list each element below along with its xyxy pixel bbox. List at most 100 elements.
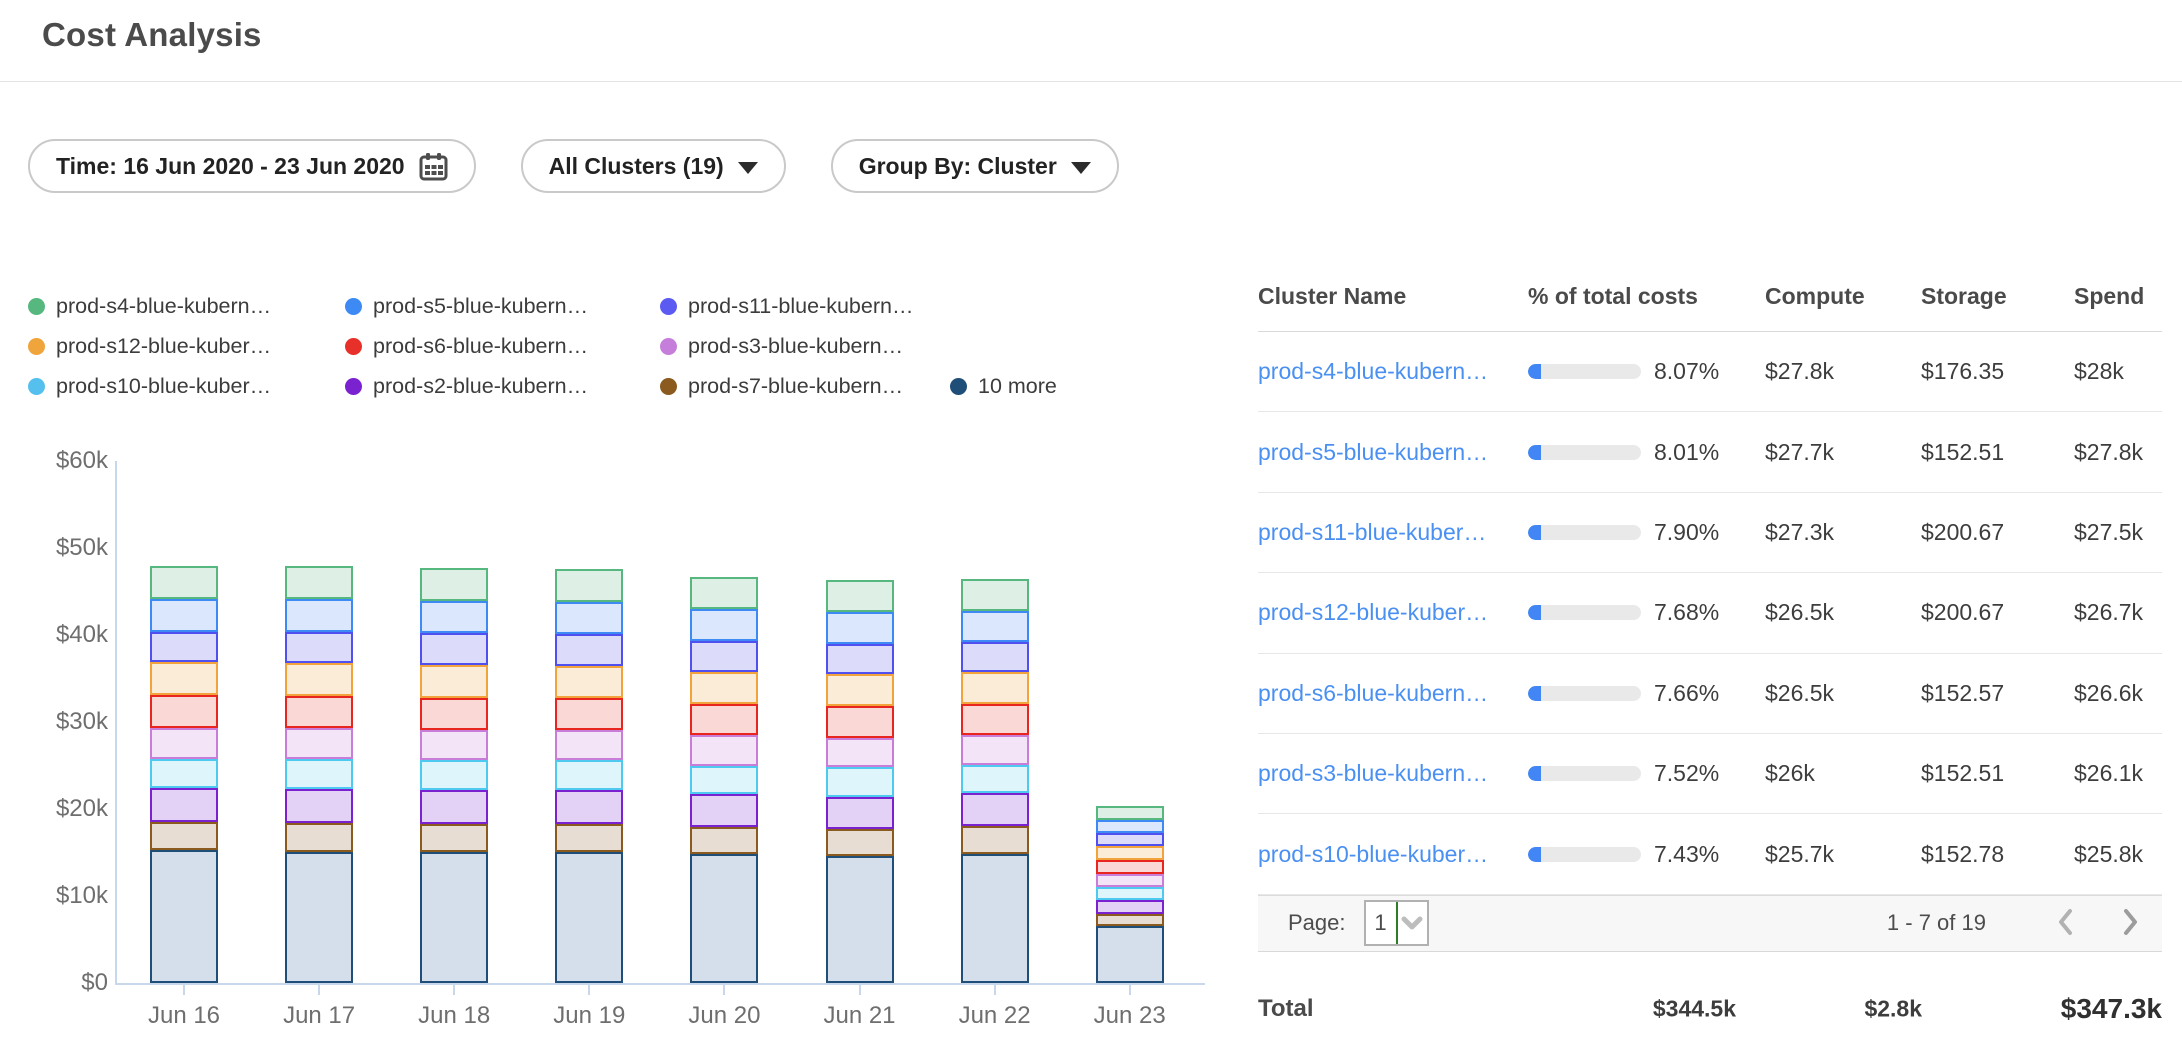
bar-segment[interactable] bbox=[285, 696, 353, 728]
bar-segment[interactable] bbox=[961, 579, 1029, 611]
bar-segment[interactable] bbox=[285, 566, 353, 599]
bar-segment[interactable] bbox=[961, 735, 1029, 765]
percent-progress-bar bbox=[1528, 605, 1641, 620]
bar-segment[interactable] bbox=[826, 767, 894, 797]
chevron-right-icon bbox=[2122, 908, 2140, 939]
bar-segment[interactable] bbox=[690, 766, 758, 795]
bar-segment[interactable] bbox=[555, 698, 623, 730]
bar-segment[interactable] bbox=[961, 854, 1029, 983]
bar-segment[interactable] bbox=[150, 566, 218, 599]
bar-segment[interactable] bbox=[555, 790, 623, 824]
bar-segment[interactable] bbox=[420, 698, 488, 730]
bar-segment[interactable] bbox=[690, 827, 758, 854]
bar-segment[interactable] bbox=[1096, 887, 1164, 899]
bar-segment[interactable] bbox=[961, 704, 1029, 735]
percent-cell: 8.01% bbox=[1528, 439, 1765, 466]
compute-value: $26k bbox=[1765, 760, 1921, 787]
bar-segment[interactable] bbox=[690, 704, 758, 735]
cluster-name-link[interactable]: prod-s10-blue-kuber… bbox=[1258, 841, 1528, 868]
compute-value: $25.7k bbox=[1765, 841, 1921, 868]
bar-segment[interactable] bbox=[285, 759, 353, 789]
percent-progress-fill bbox=[1528, 686, 1541, 701]
bar-segment[interactable] bbox=[420, 760, 488, 790]
bar-segment[interactable] bbox=[1096, 846, 1164, 860]
bar-segment[interactable] bbox=[285, 663, 353, 696]
cluster-name-link[interactable]: prod-s12-blue-kuber… bbox=[1258, 599, 1528, 626]
bar-segment[interactable] bbox=[826, 738, 894, 768]
cluster-name-link[interactable]: prod-s6-blue-kubern… bbox=[1258, 680, 1528, 707]
bar-segment[interactable] bbox=[420, 790, 488, 824]
table-row: prod-s4-blue-kubern…8.07%$27.8k$176.35$2… bbox=[1258, 332, 2162, 412]
bar-segment[interactable] bbox=[1096, 900, 1164, 915]
bar-segment[interactable] bbox=[420, 730, 488, 760]
bar-segment[interactable] bbox=[285, 789, 353, 823]
bar-segment[interactable] bbox=[285, 599, 353, 632]
bar-segment[interactable] bbox=[555, 569, 623, 602]
cluster-name-link[interactable]: prod-s5-blue-kubern… bbox=[1258, 439, 1528, 466]
bar-segment[interactable] bbox=[1096, 860, 1164, 874]
bar-segment[interactable] bbox=[961, 642, 1029, 672]
bar-segment[interactable] bbox=[420, 665, 488, 698]
stacked-bar bbox=[150, 566, 218, 983]
bar-segment[interactable] bbox=[555, 730, 623, 760]
bar-segment[interactable] bbox=[826, 612, 894, 643]
bar-segment[interactable] bbox=[1096, 914, 1164, 926]
bar-segment[interactable] bbox=[690, 735, 758, 765]
bar-segment[interactable] bbox=[826, 644, 894, 674]
bar-segment[interactable] bbox=[690, 609, 758, 641]
bar-segment[interactable] bbox=[555, 634, 623, 665]
bar-segment[interactable] bbox=[150, 695, 218, 728]
bar-segment[interactable] bbox=[690, 794, 758, 827]
bar-segment[interactable] bbox=[150, 822, 218, 850]
cluster-name-link[interactable]: prod-s3-blue-kubern… bbox=[1258, 760, 1528, 787]
bar-segment[interactable] bbox=[690, 577, 758, 609]
previous-page-button[interactable] bbox=[2056, 908, 2074, 939]
bar-segment[interactable] bbox=[555, 760, 623, 790]
bar-segment[interactable] bbox=[961, 826, 1029, 854]
bar-segment[interactable] bbox=[150, 632, 218, 662]
bar-segment[interactable] bbox=[961, 765, 1029, 794]
x-axis-tick bbox=[859, 983, 861, 995]
bar-segment[interactable] bbox=[1096, 926, 1164, 983]
bar-segment[interactable] bbox=[555, 824, 623, 852]
bar-segment[interactable] bbox=[285, 852, 353, 983]
bar-segment[interactable] bbox=[285, 823, 353, 852]
bar-segment[interactable] bbox=[961, 793, 1029, 826]
cluster-name-link[interactable]: prod-s4-blue-kubern… bbox=[1258, 358, 1528, 385]
bar-segment[interactable] bbox=[961, 611, 1029, 642]
bar-segment[interactable] bbox=[150, 662, 218, 695]
bar-segment[interactable] bbox=[690, 672, 758, 704]
bar-segment[interactable] bbox=[150, 788, 218, 822]
page-select[interactable]: 1 bbox=[1364, 900, 1429, 946]
bar-segment[interactable] bbox=[826, 829, 894, 856]
bar-segment[interactable] bbox=[150, 599, 218, 631]
next-page-button[interactable] bbox=[2122, 908, 2140, 939]
x-axis-tick-label: Jun 17 bbox=[259, 1002, 379, 1030]
bar-segment[interactable] bbox=[826, 674, 894, 706]
bar-segment[interactable] bbox=[555, 666, 623, 698]
bar-segment[interactable] bbox=[961, 672, 1029, 703]
bar-segment[interactable] bbox=[1096, 833, 1164, 846]
bar-segment[interactable] bbox=[826, 706, 894, 737]
bar-segment[interactable] bbox=[690, 854, 758, 983]
bar-segment[interactable] bbox=[420, 824, 488, 852]
bar-segment[interactable] bbox=[1096, 874, 1164, 887]
bar-segment[interactable] bbox=[826, 797, 894, 829]
cluster-name-link[interactable]: prod-s11-blue-kuber… bbox=[1258, 519, 1528, 546]
bar-segment[interactable] bbox=[690, 641, 758, 671]
bar-segment[interactable] bbox=[826, 580, 894, 612]
bar-segment[interactable] bbox=[555, 602, 623, 634]
bar-segment[interactable] bbox=[150, 759, 218, 789]
bar-segment[interactable] bbox=[150, 728, 218, 758]
bar-segment[interactable] bbox=[150, 850, 218, 983]
bar-segment[interactable] bbox=[826, 856, 894, 983]
bar-segment[interactable] bbox=[1096, 806, 1164, 819]
bar-segment[interactable] bbox=[285, 632, 353, 663]
bar-segment[interactable] bbox=[420, 633, 488, 664]
bar-segment[interactable] bbox=[285, 728, 353, 758]
bar-segment[interactable] bbox=[420, 852, 488, 983]
bar-segment[interactable] bbox=[420, 568, 488, 601]
bar-segment[interactable] bbox=[555, 852, 623, 983]
bar-segment[interactable] bbox=[420, 601, 488, 633]
bar-segment[interactable] bbox=[1096, 820, 1164, 834]
